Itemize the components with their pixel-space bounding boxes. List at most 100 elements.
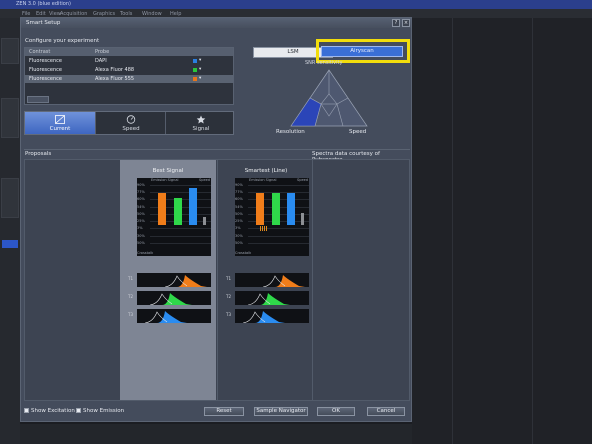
speed-axis-label: Speed — [297, 178, 308, 182]
spectrum-curve — [149, 293, 192, 305]
proposals-area: Best Signal Emission Signal Speed 90% 77% 60… — [24, 159, 410, 401]
grid-line — [248, 242, 309, 244]
checkbox-label: Show Emission — [83, 408, 125, 414]
bar-alexa-fluor-555 — [256, 193, 264, 225]
bar-dapi — [287, 193, 295, 225]
percent-tick: 3% — [137, 226, 143, 231]
color-swatch[interactable] — [193, 77, 197, 81]
track-tag: T1 — [226, 276, 231, 281]
tab-current[interactable]: Current — [25, 112, 95, 134]
signal-chart: Emission Signal Speed 90% 77% 60% 54% 50% 25% 3%… — [137, 178, 211, 256]
grid-line — [150, 228, 211, 230]
percent-tick: 77% — [235, 190, 243, 195]
grid-line — [248, 228, 309, 230]
chevron-down-icon[interactable]: ▾ — [199, 76, 201, 81]
color-swatch[interactable] — [193, 68, 197, 72]
row-probe: Alexa Fluor 555 — [95, 76, 135, 82]
percent-tick: 25% — [137, 219, 145, 224]
header-probe: Probe — [95, 49, 110, 55]
percent-tick: 54% — [137, 204, 145, 209]
snr-triangle[interactable] — [289, 68, 369, 130]
row-contrast: Fluorescence — [29, 76, 62, 82]
help-button[interactable]: ? — [392, 19, 400, 27]
track-tag: T2 — [128, 294, 133, 299]
strategy-tabs: Current Speed Signal — [24, 111, 234, 135]
percent-tick: 60% — [137, 197, 145, 202]
app-left-panel — [0, 18, 20, 444]
checkbox-box[interactable] — [76, 408, 81, 413]
right-panel-divider — [532, 18, 533, 444]
track-tag: T3 — [226, 312, 231, 317]
right-panel-divider — [452, 18, 453, 444]
left-panel-selected[interactable] — [2, 240, 18, 248]
show-emission-checkbox[interactable]: Show Emission — [76, 408, 124, 414]
snr-sensitivity-label: SNR sensitivity — [305, 60, 343, 66]
ok-button[interactable]: OK — [317, 407, 355, 416]
menu-graphics[interactable]: Graphics — [93, 11, 115, 17]
spectrum-curve — [262, 275, 305, 287]
track-tag: T1 — [128, 276, 133, 281]
checkbox-label: Show Excitation — [31, 408, 75, 414]
tab-speed[interactable]: Speed — [95, 112, 165, 134]
crosstalk-marker — [266, 226, 267, 231]
table-row[interactable]: Fluorescence DAPI ▾ — [25, 57, 233, 65]
bar-alexa-fluor-555 — [158, 193, 166, 225]
menu-window[interactable]: Window — [142, 11, 162, 17]
cancel-button[interactable]: Cancel — [367, 407, 405, 416]
spectrum-panel — [235, 273, 309, 287]
menu-file[interactable]: File — [22, 11, 30, 17]
table-add-remove[interactable] — [27, 96, 49, 103]
chevron-down-icon[interactable]: ▾ — [199, 58, 201, 63]
tab-signal[interactable]: Signal — [165, 112, 235, 134]
percent-tick: 50% — [137, 240, 145, 245]
emission-signal-label: Emission Signal — [249, 178, 277, 182]
proposal-smartest-line[interactable]: Smartest (Line) Emission Signal Speed 90% 7… — [217, 160, 313, 400]
close-button[interactable]: × — [402, 19, 410, 27]
proposal-title: Best Signal — [152, 168, 184, 174]
signal-chart: Emission Signal Speed 90% 77% 60% 54% 50% 25% 3%… — [235, 178, 309, 256]
track-tag: T3 — [128, 312, 133, 317]
menu-help[interactable]: Help — [170, 11, 181, 17]
menu-acquisition[interactable]: Acquisition — [60, 11, 87, 17]
configure-label: Configure your experiment — [25, 38, 100, 44]
menu-edit[interactable]: Edit — [36, 11, 46, 17]
dialog-titlebar: Smart Setup ? × — [21, 18, 411, 28]
section-divider — [24, 149, 410, 150]
row-contrast: Fluorescence — [29, 67, 62, 73]
dialog-title: Smart Setup — [26, 19, 61, 26]
menu-tools[interactable]: Tools — [120, 11, 132, 17]
crosstalk-marker — [260, 226, 261, 231]
speed-axis-label: Speed — [199, 178, 210, 182]
percent-tick: 25% — [235, 219, 243, 224]
percent-tick: 77% — [137, 190, 145, 195]
table-row[interactable]: Fluorescence Alexa Fluor 555 ▾ — [25, 75, 233, 83]
bar-alexa-fluor-488 — [272, 193, 280, 225]
smart-setup-dialog: Smart Setup ? × Configure your experimen… — [20, 17, 412, 422]
signal-icon — [196, 115, 206, 124]
sample-navigator-button[interactable]: Sample Navigator — [254, 407, 308, 416]
percent-tick: 30% — [137, 233, 145, 238]
table-row[interactable]: Fluorescence Alexa Fluor 488 ▾ — [25, 66, 233, 74]
percent-tick: 90% — [137, 183, 145, 187]
crosstalk-marker — [262, 226, 263, 231]
proposal-best-signal[interactable]: Best Signal Emission Signal Speed 90% 77% 60… — [120, 160, 216, 400]
chevron-down-icon[interactable]: ▾ — [199, 67, 201, 72]
current-icon — [55, 115, 65, 124]
table-header: Contrast Probe — [25, 48, 233, 56]
reset-button[interactable]: Reset — [204, 407, 244, 416]
checkbox-box[interactable] — [24, 408, 29, 413]
grid-line — [150, 235, 211, 237]
show-excitation-checkbox[interactable]: Show Excitation — [24, 408, 75, 414]
track-tag: T2 — [226, 294, 231, 299]
resolution-label: Resolution — [276, 129, 305, 135]
left-panel-block — [1, 38, 19, 64]
row-probe: DAPI — [95, 58, 107, 64]
percent-tick: 54% — [235, 204, 243, 209]
spectrum-panel — [137, 309, 211, 323]
color-swatch[interactable] — [193, 59, 197, 63]
app-bottom-bar — [20, 424, 412, 444]
row-contrast: Fluorescence — [29, 58, 62, 64]
tab-current-label: Current — [49, 126, 71, 132]
grid-line — [248, 185, 309, 186]
header-contrast: Contrast — [29, 49, 51, 55]
